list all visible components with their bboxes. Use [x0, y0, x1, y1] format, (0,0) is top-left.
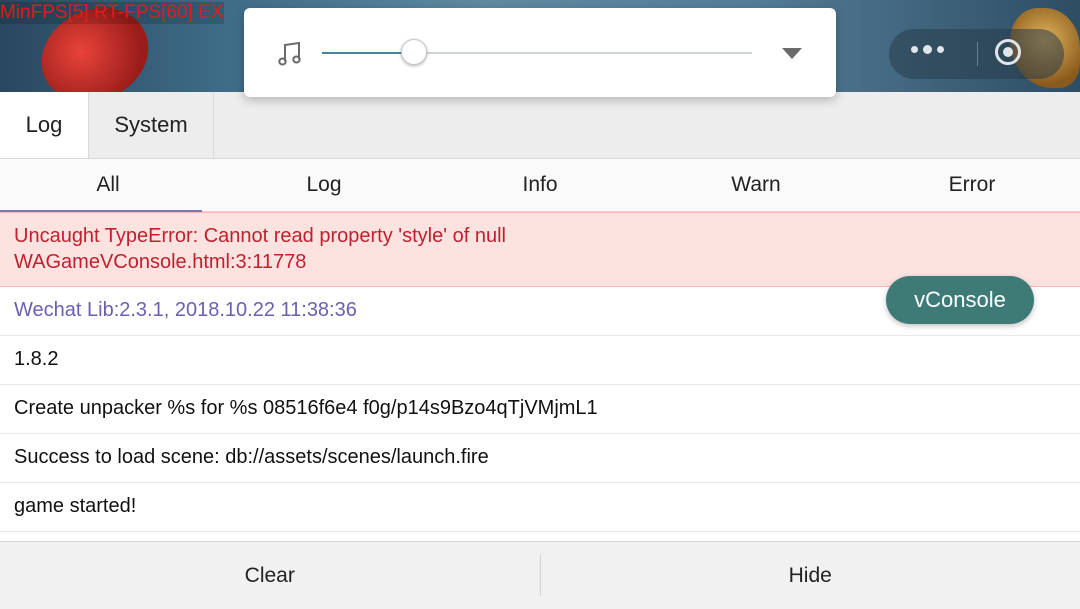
- vconsole-top-tabs: Log System: [0, 92, 1080, 159]
- volume-slider[interactable]: [322, 52, 752, 54]
- log-entry: Success to load scene: db://assets/scene…: [0, 434, 1080, 483]
- miniprogram-capsule: [889, 29, 1064, 79]
- error-message: Uncaught TypeError: Cannot read property…: [14, 223, 1066, 249]
- clear-button[interactable]: Clear: [0, 542, 540, 609]
- log-entry: Create unpacker %s for %s 08516f6e4 f0g/…: [0, 385, 1080, 434]
- filter-info[interactable]: Info: [432, 159, 648, 211]
- fps-overlay-text: MinFPS[5] RT-FPS[60] EX: [0, 2, 224, 24]
- hide-button[interactable]: Hide: [541, 542, 1080, 609]
- tab-system[interactable]: System: [89, 92, 214, 158]
- more-icon[interactable]: [911, 46, 944, 54]
- filter-warn[interactable]: Warn: [648, 159, 864, 211]
- capsule-divider: [977, 42, 978, 66]
- volume-slider-thumb[interactable]: [401, 39, 427, 65]
- log-list: Uncaught TypeError: Cannot read property…: [0, 212, 1080, 532]
- filter-log[interactable]: Log: [216, 159, 432, 211]
- vconsole-toggle-button[interactable]: vConsole: [886, 276, 1034, 324]
- music-volume-popup: [244, 8, 836, 97]
- bottom-toolbar: Clear Hide: [0, 541, 1080, 609]
- log-entry: 1.8.2: [0, 336, 1080, 385]
- tab-log[interactable]: Log: [0, 92, 89, 158]
- error-source: WAGameVConsole.html:3:11778: [14, 249, 1066, 275]
- music-note-icon: [276, 40, 304, 68]
- log-entry: game started!: [0, 483, 1080, 532]
- close-target-icon[interactable]: [995, 39, 1021, 65]
- dropdown-triangle-icon[interactable]: [782, 48, 802, 59]
- filter-error[interactable]: Error: [864, 159, 1080, 211]
- log-filter-tabs: All Log Info Warn Error: [0, 159, 1080, 212]
- filter-all[interactable]: All: [0, 159, 216, 211]
